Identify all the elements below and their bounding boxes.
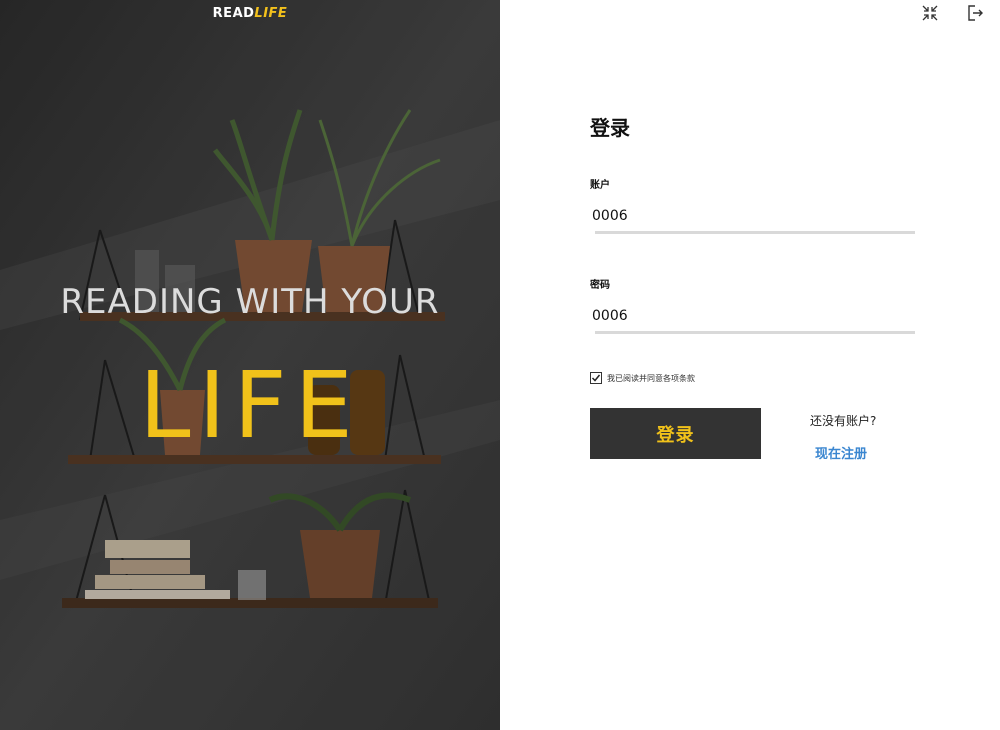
account-label: 账户 <box>590 180 610 191</box>
brand-accent: LIFE <box>254 6 288 21</box>
brand-prefix: READ <box>212 6 255 21</box>
check-icon <box>591 374 601 382</box>
account-underline <box>595 231 915 234</box>
hero-tagline: READING WITH YOUR <box>60 282 440 322</box>
register-link[interactable]: 现在注册 <box>815 443 867 462</box>
agree-terms[interactable]: 我已阅读并同意各项条款 <box>590 372 695 384</box>
compress-icon <box>922 5 938 21</box>
hero-tagline-big: LIFE <box>139 352 361 459</box>
agree-text: 我已阅读并同意各项条款 <box>607 373 695 383</box>
minimize-button[interactable] <box>919 2 941 24</box>
account-field[interactable] <box>590 203 916 229</box>
password-label: 密码 <box>590 280 610 291</box>
hero-panel: READLIFE READING WITH YOUR LIFE <box>0 0 500 730</box>
no-account-text: 还没有账户? <box>810 414 877 428</box>
password-underline <box>595 331 915 334</box>
brand-logo: READLIFE <box>0 6 500 21</box>
login-title: 登录 <box>590 116 630 140</box>
login-button[interactable]: 登录 <box>590 408 761 459</box>
password-field[interactable] <box>590 303 916 329</box>
agree-checkbox[interactable] <box>590 372 602 384</box>
logout-icon <box>968 5 983 21</box>
exit-button[interactable] <box>964 2 986 24</box>
